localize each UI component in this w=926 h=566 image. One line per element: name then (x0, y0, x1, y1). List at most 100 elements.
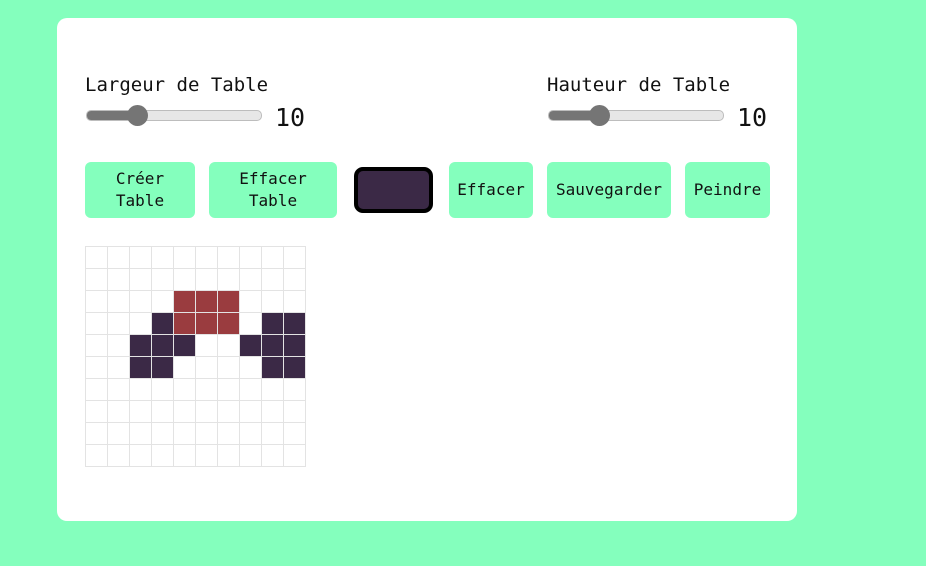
height-slider-thumb[interactable] (589, 105, 610, 126)
grid-cell[interactable] (86, 357, 108, 379)
grid-cell[interactable] (196, 247, 218, 269)
grid-cell[interactable] (284, 269, 306, 291)
grid-cell[interactable] (196, 401, 218, 423)
grid-cell[interactable] (86, 269, 108, 291)
grid-cell[interactable] (284, 357, 306, 379)
grid-cell[interactable] (218, 357, 240, 379)
grid-cell[interactable] (174, 357, 196, 379)
grid-cell[interactable] (174, 401, 196, 423)
grid-cell[interactable] (86, 445, 108, 467)
grid-cell[interactable] (218, 423, 240, 445)
grid-cell[interactable] (130, 379, 152, 401)
grid-cell[interactable] (196, 445, 218, 467)
grid-cell[interactable] (196, 269, 218, 291)
grid-cell[interactable] (108, 335, 130, 357)
grid-cell[interactable] (86, 379, 108, 401)
grid-cell[interactable] (240, 357, 262, 379)
grid-cell[interactable] (262, 379, 284, 401)
grid-cell[interactable] (130, 401, 152, 423)
grid-cell[interactable] (262, 269, 284, 291)
grid-cell[interactable] (218, 269, 240, 291)
grid-cell[interactable] (108, 269, 130, 291)
grid-cell[interactable] (262, 335, 284, 357)
grid-cell[interactable] (152, 269, 174, 291)
grid-cell[interactable] (196, 313, 218, 335)
grid-cell[interactable] (174, 313, 196, 335)
grid-cell[interactable] (218, 291, 240, 313)
grid-cell[interactable] (174, 445, 196, 467)
grid-cell[interactable] (86, 247, 108, 269)
grid-cell[interactable] (284, 247, 306, 269)
grid-cell[interactable] (284, 423, 306, 445)
grid-cell[interactable] (240, 291, 262, 313)
grid-cell[interactable] (174, 291, 196, 313)
grid-cell[interactable] (284, 335, 306, 357)
grid-cell[interactable] (218, 247, 240, 269)
clear-table-button[interactable]: Effacer Table (209, 162, 337, 218)
width-slider[interactable] (86, 110, 262, 121)
grid-cell[interactable] (152, 445, 174, 467)
grid-cell[interactable] (130, 423, 152, 445)
grid-cell[interactable] (284, 379, 306, 401)
create-table-button[interactable]: Créer Table (85, 162, 195, 218)
grid-cell[interactable] (262, 313, 284, 335)
grid-cell[interactable] (86, 313, 108, 335)
grid-cell[interactable] (130, 313, 152, 335)
grid-cell[interactable] (152, 379, 174, 401)
grid-cell[interactable] (240, 335, 262, 357)
save-button[interactable]: Sauvegarder (547, 162, 671, 218)
grid-cell[interactable] (152, 423, 174, 445)
grid-cell[interactable] (240, 313, 262, 335)
grid-cell[interactable] (240, 269, 262, 291)
pixel-grid[interactable] (85, 246, 306, 467)
grid-cell[interactable] (108, 401, 130, 423)
grid-cell[interactable] (152, 291, 174, 313)
grid-cell[interactable] (108, 357, 130, 379)
grid-cell[interactable] (86, 423, 108, 445)
grid-cell[interactable] (130, 445, 152, 467)
grid-cell[interactable] (130, 247, 152, 269)
grid-cell[interactable] (196, 357, 218, 379)
grid-cell[interactable] (174, 247, 196, 269)
grid-cell[interactable] (218, 335, 240, 357)
grid-cell[interactable] (108, 423, 130, 445)
grid-cell[interactable] (196, 423, 218, 445)
grid-cell[interactable] (218, 313, 240, 335)
grid-cell[interactable] (262, 357, 284, 379)
grid-cell[interactable] (262, 247, 284, 269)
grid-cell[interactable] (130, 269, 152, 291)
grid-cell[interactable] (108, 247, 130, 269)
grid-cell[interactable] (218, 445, 240, 467)
grid-cell[interactable] (262, 445, 284, 467)
grid-cell[interactable] (86, 335, 108, 357)
grid-cell[interactable] (174, 335, 196, 357)
grid-cell[interactable] (218, 379, 240, 401)
grid-cell[interactable] (108, 445, 130, 467)
grid-cell[interactable] (130, 291, 152, 313)
grid-cell[interactable] (152, 357, 174, 379)
grid-cell[interactable] (196, 379, 218, 401)
grid-cell[interactable] (152, 335, 174, 357)
grid-cell[interactable] (240, 401, 262, 423)
grid-cell[interactable] (262, 401, 284, 423)
grid-cell[interactable] (240, 247, 262, 269)
grid-cell[interactable] (284, 313, 306, 335)
grid-cell[interactable] (174, 379, 196, 401)
height-slider[interactable] (548, 110, 724, 121)
grid-cell[interactable] (240, 423, 262, 445)
grid-cell[interactable] (284, 401, 306, 423)
grid-cell[interactable] (284, 291, 306, 313)
grid-cell[interactable] (108, 291, 130, 313)
color-picker[interactable] (354, 167, 433, 213)
grid-cell[interactable] (218, 401, 240, 423)
grid-cell[interactable] (284, 445, 306, 467)
paint-button[interactable]: Peindre (685, 162, 770, 218)
grid-cell[interactable] (262, 291, 284, 313)
grid-cell[interactable] (152, 247, 174, 269)
grid-cell[interactable] (174, 423, 196, 445)
grid-cell[interactable] (108, 379, 130, 401)
grid-cell[interactable] (86, 401, 108, 423)
grid-cell[interactable] (108, 313, 130, 335)
grid-cell[interactable] (196, 291, 218, 313)
grid-cell[interactable] (262, 423, 284, 445)
